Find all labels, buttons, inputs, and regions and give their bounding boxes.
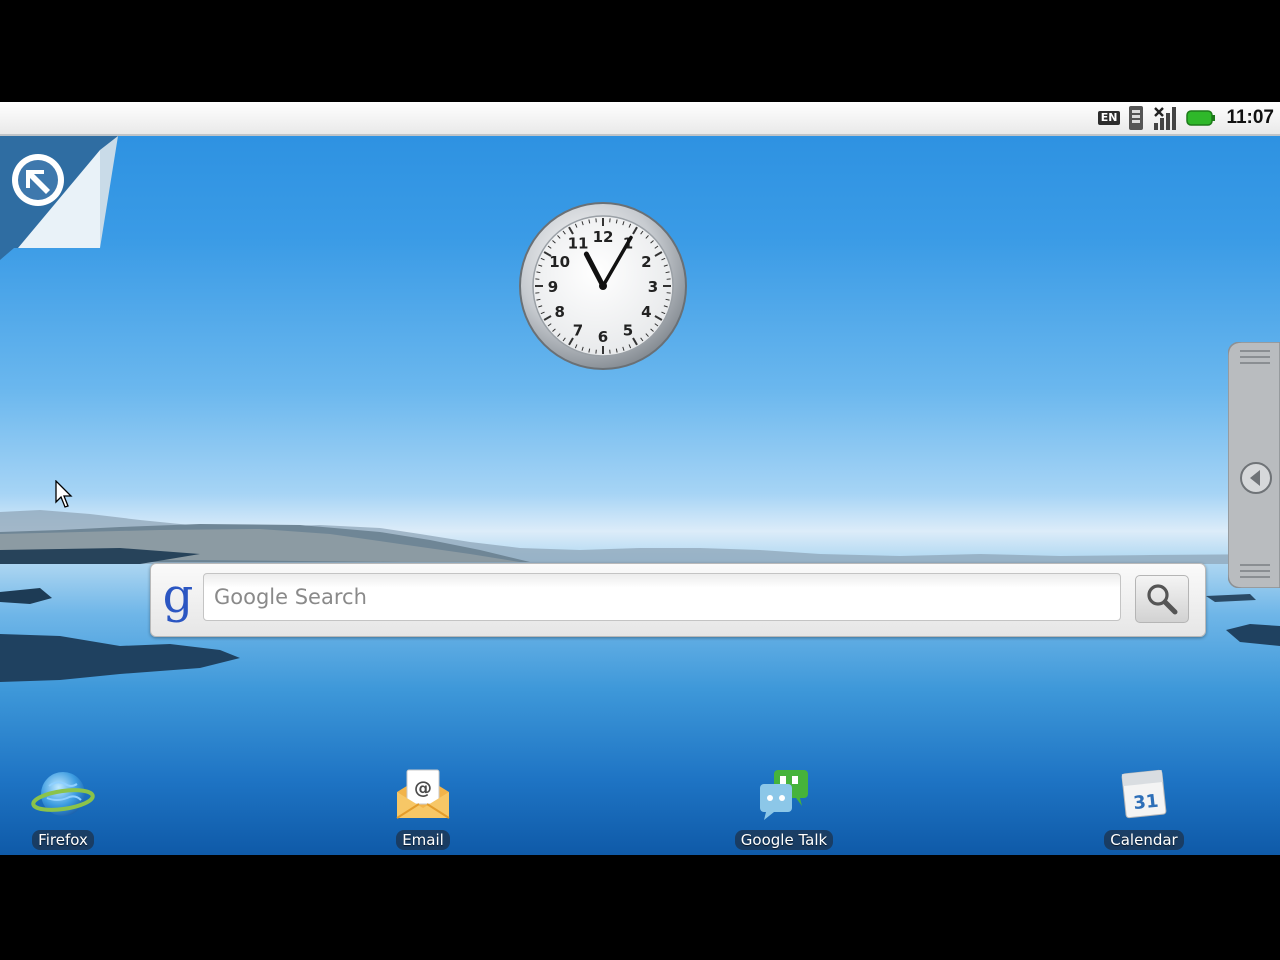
clock-numeral: 4 xyxy=(641,303,651,321)
analog-clock-widget[interactable]: 121234567891011 xyxy=(518,201,688,371)
mouse-pointer-icon xyxy=(55,480,73,508)
arrow-left-circle-icon xyxy=(1240,462,1272,494)
sim-card-icon xyxy=(1126,105,1146,131)
clock-center-pin xyxy=(599,282,607,290)
google-search-widget: g xyxy=(150,563,1206,637)
clock-numeral: 9 xyxy=(548,278,558,296)
app-drawer-handle[interactable] xyxy=(1227,341,1280,589)
calendar-day-number: 31 xyxy=(1132,791,1159,815)
launcher-corner-button[interactable] xyxy=(0,136,118,260)
chat-bubbles-icon xyxy=(760,770,808,820)
signal-no-service-icon xyxy=(1152,105,1180,131)
clock-numeral: 11 xyxy=(568,235,589,253)
globe-icon xyxy=(31,772,95,816)
clock-numeral: 5 xyxy=(623,321,633,339)
svg-text:@: @ xyxy=(414,778,432,799)
clock-numeral: 12 xyxy=(593,228,614,246)
dock-item-email[interactable]: @ Email xyxy=(363,762,483,855)
status-bar[interactable]: EN 11:07 xyxy=(0,102,1280,136)
calendar-icon: 31 xyxy=(1121,769,1167,819)
clock-face: 121234567891011 xyxy=(519,202,687,370)
battery-icon xyxy=(1186,108,1216,128)
envelope-icon: @ xyxy=(396,769,450,819)
dock-label-calendar: Calendar xyxy=(1104,830,1184,850)
dock-label-google-talk: Google Talk xyxy=(734,830,834,850)
search-button[interactable] xyxy=(1135,575,1189,623)
clock-numeral: 6 xyxy=(598,328,608,346)
clock-numeral: 2 xyxy=(641,253,651,271)
status-time: 11:07 xyxy=(1226,107,1274,128)
language-indicator: EN xyxy=(1097,111,1121,125)
dock-item-firefox[interactable]: Firefox xyxy=(3,762,123,855)
dock-item-google-talk[interactable]: Google Talk xyxy=(724,762,844,855)
dock-item-calendar[interactable]: 31 Calendar xyxy=(1084,762,1204,855)
dock-label-firefox: Firefox xyxy=(32,830,94,850)
search-input[interactable] xyxy=(203,573,1121,621)
clock-numeral: 7 xyxy=(573,321,583,339)
status-icons: EN 11:07 xyxy=(1097,104,1274,132)
google-logo[interactable]: g xyxy=(161,570,195,626)
home-screen: EN 11:07 12 2 3 4 5 6 7 8 9 10 11 g Goog… xyxy=(0,102,1280,855)
magnifier-icon xyxy=(1147,584,1178,615)
clock-numeral: 10 xyxy=(549,253,570,271)
page-curl-icon xyxy=(0,136,118,260)
clock-numeral: 3 xyxy=(648,278,658,296)
clock-numeral: 8 xyxy=(554,303,564,321)
dock-label-email: Email xyxy=(396,830,450,850)
